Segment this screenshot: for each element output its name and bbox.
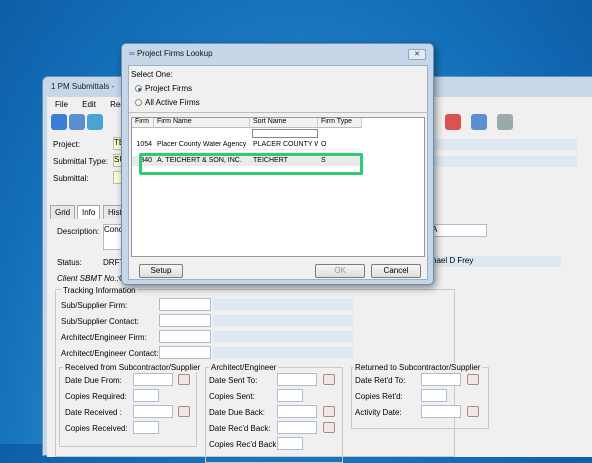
option-project-firms[interactable]: Project Firms [145, 84, 192, 93]
architect-title: Architect/Engineer [209, 363, 279, 372]
copies-retd-label: Copies Ret'd: [355, 392, 403, 401]
client-label: Client SBMT No.: [57, 274, 119, 283]
status-label: Status: [57, 258, 82, 267]
select-one-label: Select One: [131, 70, 173, 79]
table-row[interactable]: 1054 Placer County Water Agency PLACER C… [132, 140, 362, 150]
copies-received-label: Copies Received: [65, 424, 128, 433]
date-sent-to-label: Date Sent To: [209, 376, 258, 385]
arch-contact-label: Architect/Engineer Contact: [61, 349, 159, 358]
date-received-label: Date Received : [65, 408, 122, 417]
date-due-back-field[interactable] [277, 405, 317, 418]
tracking-title: Tracking Information [61, 286, 138, 295]
copies-required-field[interactable] [133, 389, 159, 402]
copies-sent-field[interactable] [277, 389, 303, 402]
date-due-from-label: Date Due From: [65, 376, 122, 385]
col-sort-name[interactable]: Sort Name [250, 118, 318, 128]
sub-contact-field[interactable] [159, 314, 211, 327]
col-firm-type[interactable]: Firm Type [318, 118, 362, 128]
calendar-icon[interactable] [467, 374, 479, 385]
arch-contact-desc [213, 347, 353, 358]
option-all-active-firms[interactable]: All Active Firms [145, 98, 200, 107]
copies-recd-back-label: Copies Rec'd Back: [209, 440, 279, 449]
date-due-from-field[interactable] [133, 373, 173, 386]
sub-contact-label: Sub/Supplier Contact: [61, 317, 139, 326]
menu-edit[interactable]: Edit [82, 100, 96, 109]
firms-grid: Firm Firm Name Sort Name Firm Type 1054 … [131, 117, 425, 257]
date-due-back-label: Date Due Back: [209, 408, 266, 417]
cell-firm-name: Placer County Water Agency [157, 141, 247, 148]
binoculars-icon[interactable] [69, 114, 85, 130]
activity-date-label: Activity Date: [355, 408, 402, 417]
description-label: Description: [57, 227, 100, 236]
sort-filter-input[interactable] [252, 129, 318, 138]
col-firm-name[interactable]: Firm Name [154, 118, 250, 128]
right-field[interactable]: A [431, 224, 487, 237]
tools-icon[interactable] [497, 114, 513, 130]
calendar-icon[interactable] [323, 422, 335, 433]
activity-date-field[interactable] [421, 405, 461, 418]
tab-info[interactable]: Info [77, 205, 101, 219]
col-firm[interactable]: Firm [132, 118, 154, 128]
copies-received-field[interactable] [133, 421, 159, 434]
cell-sort-name: PLACER COUNTY W [253, 141, 318, 148]
edit-icon[interactable] [51, 114, 67, 130]
setup-button[interactable]: Setup [139, 264, 183, 278]
calendar-icon[interactable] [323, 374, 335, 385]
submittal-label: Submittal: [53, 174, 89, 183]
person-field: hael D Frey [431, 256, 561, 267]
ok-button[interactable]: OK [315, 264, 365, 278]
calendar-icon[interactable] [178, 406, 190, 417]
dialog-title: ∞ Project Firms Lookup [129, 49, 213, 58]
sub-firm-desc [213, 299, 353, 310]
tab-grid[interactable]: Grid [50, 205, 76, 219]
sign-icon[interactable] [445, 114, 461, 130]
submittal-type-label: Submittal Type: [53, 157, 108, 166]
calendar-icon[interactable] [323, 406, 335, 417]
selection-highlight [139, 153, 363, 175]
arch-firm-field[interactable] [159, 330, 211, 343]
date-received-field[interactable] [133, 405, 173, 418]
copies-required-label: Copies Required: [65, 392, 127, 401]
divider [129, 112, 427, 113]
arch-firm-desc [213, 331, 353, 342]
database-icon[interactable] [87, 114, 103, 130]
menu-file[interactable]: File [55, 100, 68, 109]
pen-icon[interactable] [471, 114, 487, 130]
project-label: Project: [53, 140, 81, 149]
close-icon[interactable]: ✕ [408, 49, 426, 60]
arch-contact-field[interactable] [159, 346, 211, 359]
arch-firm-label: Architect/Engineer Firm: [61, 333, 147, 342]
copies-retd-field[interactable] [421, 389, 447, 402]
returned-title: Returned to Subcontractor/Supplier [353, 363, 483, 372]
calendar-icon[interactable] [178, 374, 190, 385]
calendar-icon[interactable] [467, 406, 479, 417]
radio-project-firms[interactable] [135, 85, 142, 92]
date-sent-to-field[interactable] [277, 373, 317, 386]
date-recd-back-field[interactable] [277, 421, 317, 434]
radio-all-active-firms[interactable] [135, 99, 142, 106]
sub-firm-label: Sub/Supplier Firm: [61, 301, 128, 310]
binoculars-icon: ∞ [129, 49, 135, 58]
date-recd-back-label: Date Rec'd Back: [209, 424, 271, 433]
dialog-title-text: Project Firms Lookup [136, 49, 213, 58]
date-retd-to-field[interactable] [421, 373, 461, 386]
cancel-button[interactable]: Cancel [371, 264, 421, 278]
cell-firm: 1054 [136, 141, 152, 148]
sub-contact-desc [213, 315, 353, 326]
date-retd-to-label: Date Ret'd To: [355, 376, 406, 385]
received-title: Received from Subcontractor/Supplier [63, 363, 203, 372]
sub-firm-field[interactable] [159, 298, 211, 311]
copies-sent-label: Copies Sent: [209, 392, 255, 401]
cell-firm-type: O [321, 141, 327, 148]
